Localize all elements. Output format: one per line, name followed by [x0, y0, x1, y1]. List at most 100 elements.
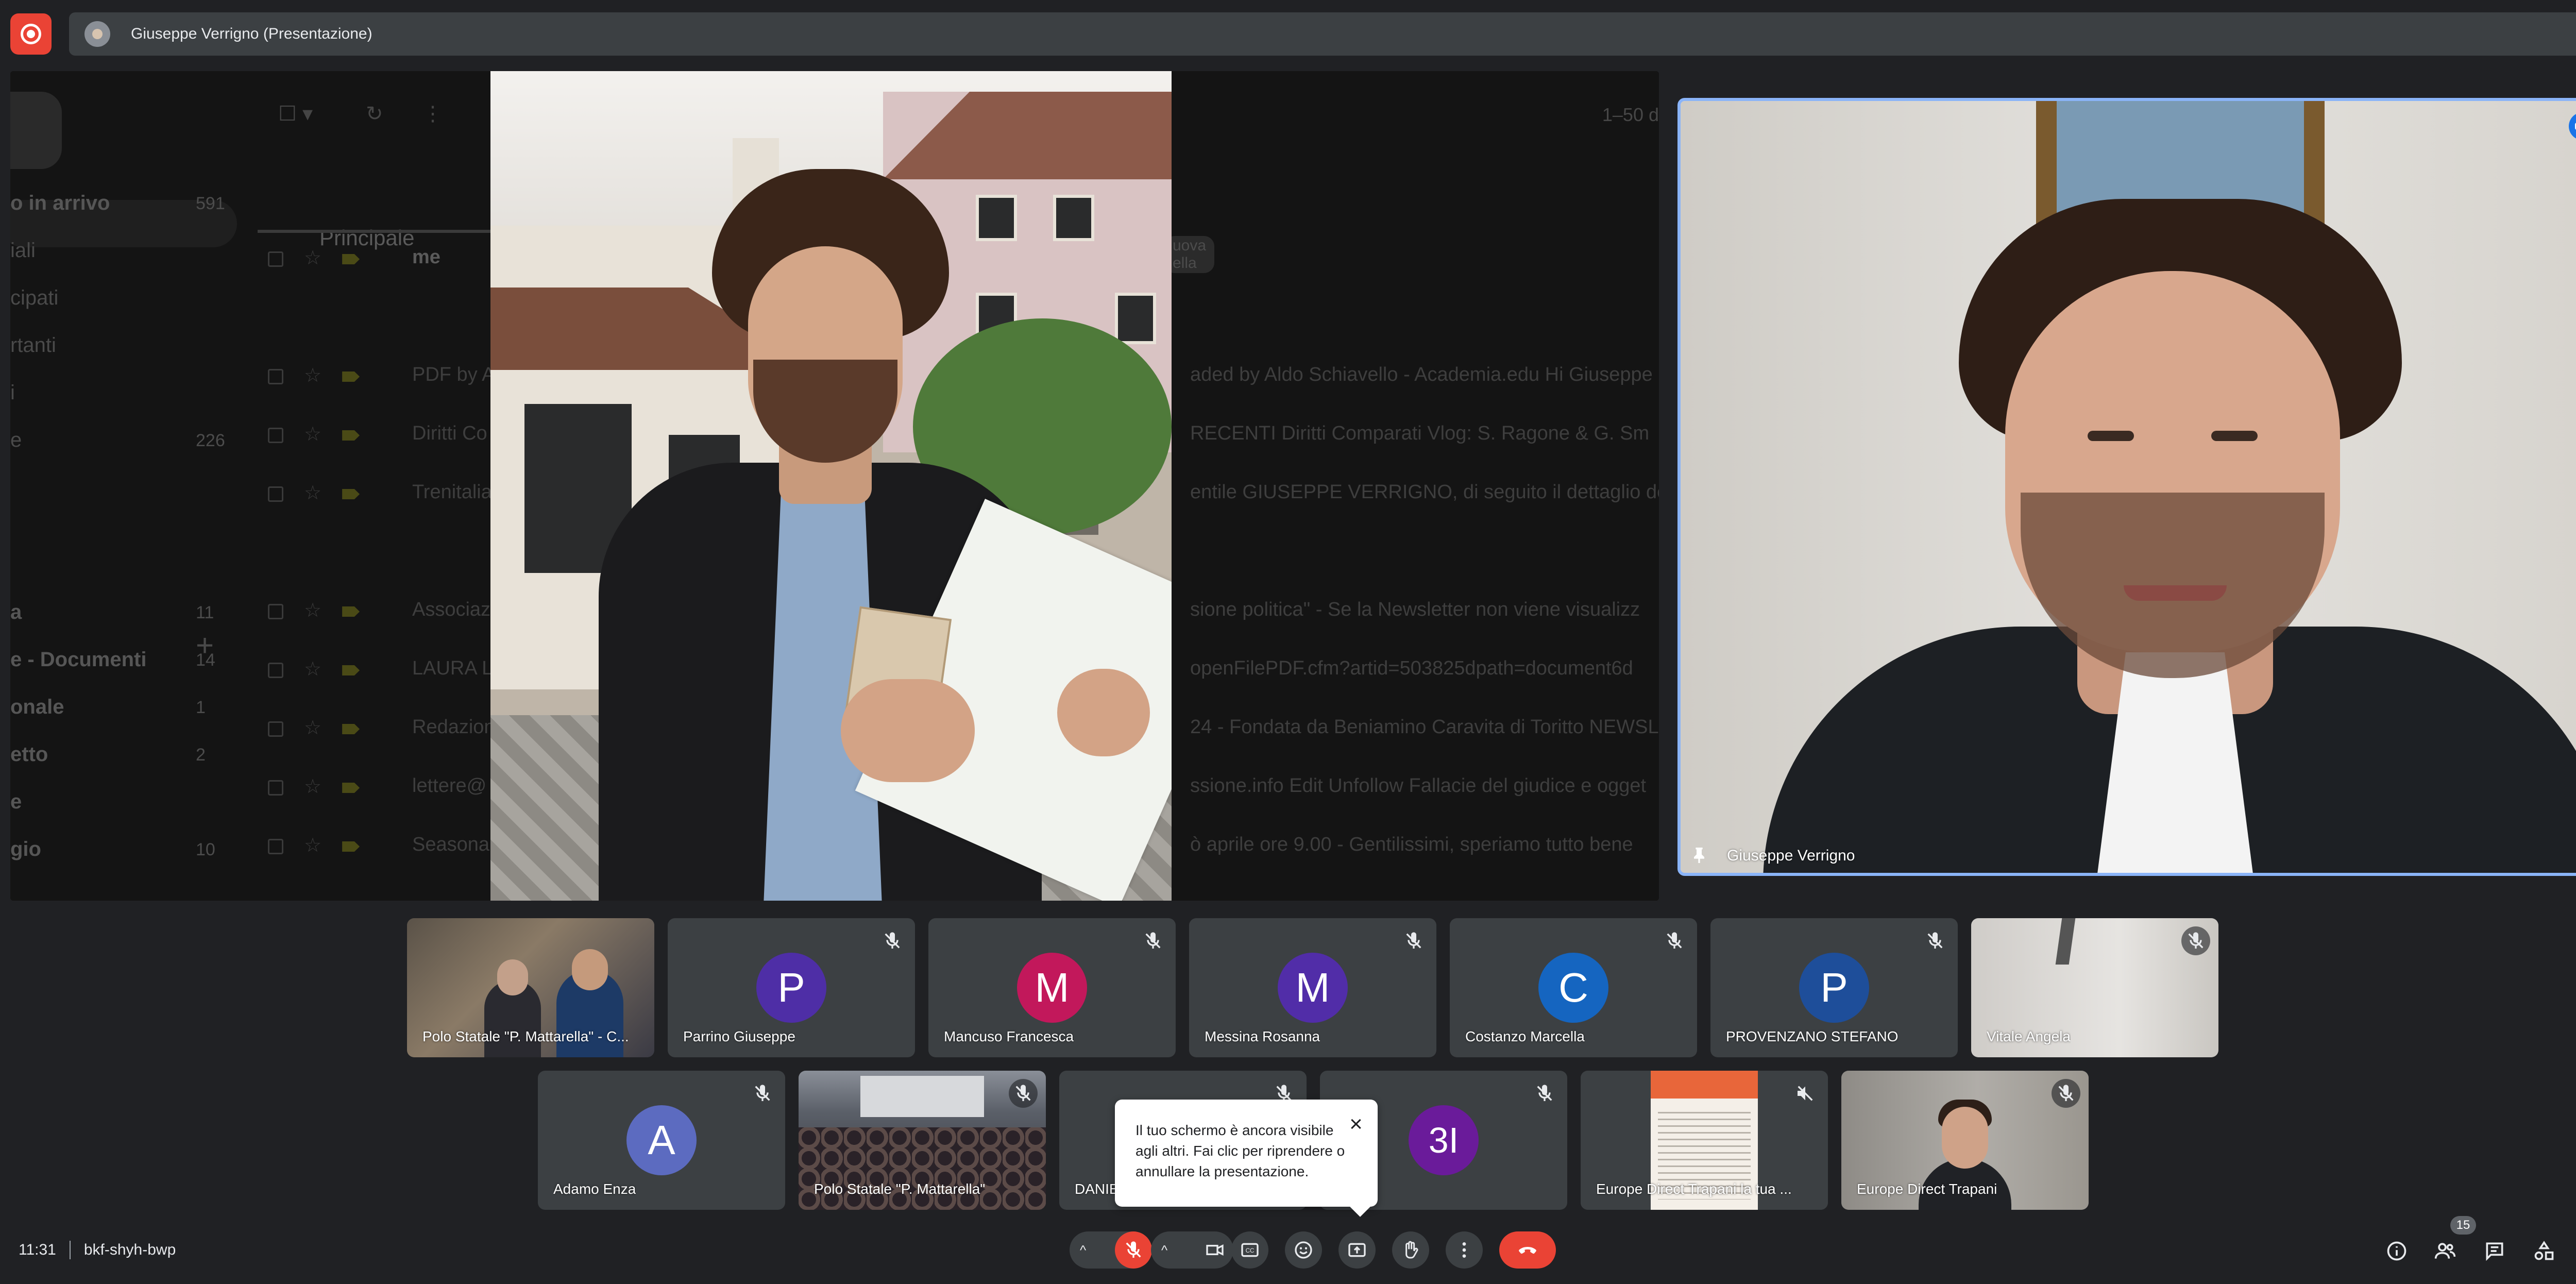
close-icon[interactable]: × [1345, 1113, 1367, 1136]
mic-off-icon [2058, 1085, 2074, 1101]
meeting-details-button[interactable] [2382, 1237, 2411, 1265]
chevron-up-icon[interactable]: ^ [1161, 1242, 1167, 1258]
clock: 11:31 [19, 1241, 56, 1258]
gmail-folder-label: etto [10, 743, 48, 766]
avatar: P [756, 953, 826, 1023]
people-count-badge: 15 [2450, 1216, 2476, 1235]
more-options-button[interactable] [1446, 1231, 1483, 1269]
participant-name: DANIE [1075, 1181, 1119, 1197]
people-button[interactable] [2431, 1237, 2460, 1265]
email-sender: LAURA L [412, 657, 493, 679]
toast-message: Il tuo schermo è ancora visibile agli al… [1136, 1122, 1345, 1179]
captions-icon: CC [1241, 1243, 1259, 1257]
pin-icon[interactable] [1689, 845, 1709, 866]
participant-name: Messina Rosanna [1205, 1028, 1320, 1044]
more-icon: ⋮ [422, 103, 443, 125]
participant-tile[interactable]: Europe Direct Trapani [1841, 1071, 2089, 1210]
participant-tile[interactable]: Polo Statale "P. Mattarella" - C... [407, 918, 654, 1057]
tab-indicator [258, 230, 515, 233]
present-screen-icon [1348, 1243, 1366, 1257]
gmail-folder-label: e [10, 790, 22, 813]
gmail-folder-count: 2 [196, 745, 206, 765]
gmail-folder-count: 11 [196, 603, 214, 622]
page-count: 1–50 d [1602, 104, 1659, 125]
activities-icon [2534, 1241, 2554, 1260]
still-presenting-toast[interactable]: Il tuo schermo è ancora visibile agli al… [1115, 1100, 1378, 1217]
email-snippet: ssione.info Edit Unfollow Fallacie del g… [1190, 775, 1647, 797]
activities-button[interactable] [2530, 1237, 2558, 1265]
participant-name: Costanzo Marcella [1465, 1028, 1585, 1044]
captions-button[interactable]: CC [1231, 1231, 1268, 1269]
present-button[interactable] [1338, 1231, 1376, 1269]
gmail-folder-label: iali [10, 239, 36, 262]
mic-control[interactable]: ^ [1070, 1231, 1152, 1269]
participant-name: Polo Statale "P. Mattarella" - C... [422, 1028, 629, 1044]
avatar: M [1278, 953, 1348, 1023]
mic-off-icon[interactable] [1115, 1231, 1152, 1269]
gmail-folder-label: onale [10, 696, 64, 718]
participant-tile[interactable]: P PROVENZANO STEFANO [1710, 918, 1958, 1057]
participant-tile[interactable]: P Parrino Giuseppe [668, 918, 915, 1057]
participant-tile[interactable]: M Messina Rosanna [1189, 918, 1436, 1057]
gmail-sidebar: o in arrivo 591 iali cipati rtanti i e 226 a 11 e … [10, 71, 237, 901]
gmail-folder-label: rtanti [10, 334, 56, 357]
more-options-icon [1462, 1242, 1466, 1258]
participant-tile[interactable]: M Mancuso Francesca [928, 918, 1176, 1057]
participant-name: Parrino Giuseppe [683, 1028, 795, 1044]
gmail-folder-count: 226 [196, 431, 225, 450]
mic-off-icon [2188, 932, 2204, 949]
info-icon [2387, 1241, 2406, 1261]
svg-text:CC: CC [1246, 1247, 1255, 1254]
presentation-title: Giuseppe Verrigno (Presentazione) [131, 25, 372, 42]
meeting-code: bkf-shyh-bwp [83, 1241, 176, 1258]
camera-icon[interactable] [1196, 1231, 1233, 1269]
chat-icon [2486, 1242, 2503, 1261]
presented-photo [490, 71, 1172, 901]
presentation-banner[interactable]: Giuseppe Verrigno (Presentazione) [69, 12, 2576, 56]
emoji-button[interactable] [1285, 1231, 1322, 1269]
volume-off-icon [1798, 1086, 1813, 1101]
raise-hand-icon [1405, 1241, 1418, 1259]
record-icon [21, 24, 41, 44]
participant-tile[interactable]: Vitale Angela [1971, 918, 2218, 1057]
avatar: P [1799, 953, 1869, 1023]
participant-name: Mancuso Francesca [944, 1028, 1074, 1044]
participant-name: Europe Direct Trapani la tua ... [1596, 1181, 1792, 1197]
gmail-folder-label: e - Documenti [10, 648, 147, 671]
end-call-button[interactable] [1499, 1231, 1556, 1269]
participant-tile[interactable]: Polo Statale "P. Mattarella" [799, 1071, 1046, 1210]
email-sender: me [412, 246, 440, 268]
refresh-icon: ↻ [366, 103, 383, 125]
chevron-up-icon[interactable]: ^ [1080, 1242, 1086, 1258]
email-snippet: 24 - Fondata da Beniamino Caravita di To… [1190, 716, 1659, 738]
email-sender: Trenitalia [412, 481, 492, 503]
recording-button[interactable] [10, 13, 52, 55]
participant-tile[interactable]: C Costanzo Marcella [1450, 918, 1697, 1057]
chat-button[interactable] [2480, 1237, 2509, 1265]
mic-off-icon [1667, 932, 1682, 949]
shared-screen: o in arrivo 591 iali cipati rtanti i e 226 a 11 e … [10, 71, 1659, 901]
gmail-folder-count: 591 [196, 194, 225, 213]
participant-tile[interactable]: A Adamo Enza [538, 1071, 785, 1210]
presenter-avatar [84, 21, 110, 47]
participant-tile[interactable]: Europe Direct Trapani la tua ... [1581, 1071, 1828, 1210]
raise-hand-button[interactable] [1392, 1231, 1429, 1269]
camera-control[interactable]: ^ [1151, 1231, 1233, 1269]
email-sender: Diritti Co [412, 423, 487, 444]
mic-off-icon [1927, 932, 1943, 949]
gmail-folder-count: 1 [196, 698, 206, 717]
pinned-participant-tile[interactable]: Giuseppe Verrigno [1677, 98, 2576, 876]
email-snippet: entile GIUSEPPE VERRIGNO, di seguito il … [1190, 481, 1659, 503]
avatar: M [1017, 953, 1087, 1023]
participant-name: Polo Statale "P. Mattarella" [814, 1181, 986, 1197]
people-icon [2434, 1243, 2456, 1259]
gmail-folder-count: 10 [196, 840, 215, 859]
email-snippet: aded by Aldo Schiavello - Academia.edu H… [1190, 364, 1653, 385]
avatar: 3I [1409, 1105, 1479, 1175]
gmail-folder-label: gio [10, 838, 41, 860]
email-sender: PDF by A [412, 364, 495, 385]
mic-off-icon [885, 932, 900, 949]
participant-name: PROVENZANO STEFANO [1726, 1028, 1899, 1044]
participant-name: Europe Direct Trapani [1857, 1181, 1997, 1197]
email-snippet: RECENTI Diritti Comparati Vlog: S. Ragon… [1190, 423, 1650, 444]
